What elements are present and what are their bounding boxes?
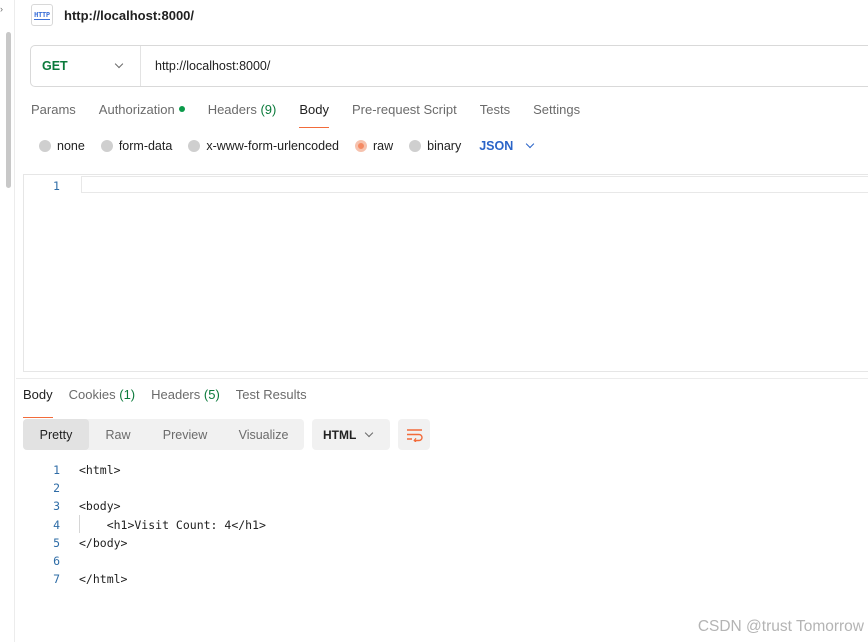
response-format-select[interactable]: HTML (312, 419, 390, 450)
left-gutter: › (0, 0, 15, 642)
left-scrollbar[interactable] (6, 32, 11, 188)
mode-pretty[interactable]: Pretty (23, 419, 89, 450)
request-tabs: Params Authorization Headers (9) Body Pr… (31, 101, 603, 131)
chevron-down-icon (114, 59, 124, 69)
http-icon: HTTP (31, 4, 53, 26)
wrap-lines-icon (406, 428, 423, 442)
code-text: <html> (79, 463, 121, 477)
mode-visualize[interactable]: Visualize (223, 419, 304, 450)
tab-authorization[interactable]: Authorization (99, 101, 185, 121)
tab-settings[interactable]: Settings (533, 101, 580, 121)
line-number: 1 (53, 179, 60, 193)
radio-icon (409, 140, 422, 152)
chevron-down-icon (364, 428, 374, 437)
mode-raw[interactable]: Raw (89, 419, 147, 450)
tab-body[interactable]: Body (299, 101, 329, 128)
tab-pre-request-script[interactable]: Pre-request Script (352, 101, 457, 121)
chevron-down-icon (526, 139, 535, 149)
method-value: GET (42, 59, 68, 73)
code-text: </body> (79, 535, 128, 550)
request-body-editor[interactable]: 1 (23, 174, 868, 372)
watermark: CSDN @trust Tomorrow (697, 618, 864, 635)
status-dot-icon (178, 106, 185, 112)
radio-none[interactable]: none (39, 139, 85, 153)
tab-params[interactable]: Params (31, 101, 76, 121)
request-header: HTTP http://localhost:8000/ (31, 4, 194, 26)
tab-tests[interactable]: Tests (480, 101, 510, 121)
url-input[interactable]: http://localhost:8000/ (155, 59, 270, 73)
radio-selected-icon (355, 140, 367, 152)
code-text: <body> (79, 499, 121, 514)
radio-raw[interactable]: raw (355, 139, 393, 153)
tab-test-results[interactable]: Test Results (236, 387, 307, 411)
body-type-options: none form-data x-www-form-urlencoded raw… (39, 138, 535, 154)
indent-guide (79, 515, 80, 533)
wrap-lines-button[interactable] (398, 419, 430, 450)
view-mode-switcher: Pretty Raw Preview Visualize (23, 419, 304, 450)
radio-icon (188, 140, 201, 152)
request-title[interactable]: http://localhost:8000/ (64, 8, 194, 23)
radio-binary[interactable]: binary (409, 139, 461, 153)
radio-x-www-form-urlencoded[interactable]: x-www-form-urlencoded (188, 139, 339, 153)
radio-icon (100, 140, 113, 152)
active-line[interactable] (81, 176, 868, 193)
response-tabs: Body Cookies (1) Headers (5) Test Result… (23, 387, 323, 418)
request-bar: GET http://localhost:8000/ (30, 45, 868, 87)
mode-preview[interactable]: Preview (147, 419, 223, 450)
code-text: <h1>Visit Count: 4</h1> (79, 517, 266, 532)
code-text: </html> (79, 572, 128, 587)
collapse-caret-icon[interactable]: › (0, 4, 3, 14)
pane-divider[interactable] (16, 378, 868, 379)
tab-headers[interactable]: Headers (9) (208, 101, 277, 121)
radio-form-data[interactable]: form-data (100, 139, 172, 153)
body-language-select[interactable]: JSON (479, 139, 535, 153)
tab-response-body[interactable]: Body (23, 387, 53, 418)
tab-cookies[interactable]: Cookies (1) (69, 387, 135, 411)
method-select[interactable]: GET (31, 46, 141, 86)
radio-icon (39, 140, 51, 152)
tab-response-headers[interactable]: Headers (5) (151, 387, 220, 411)
